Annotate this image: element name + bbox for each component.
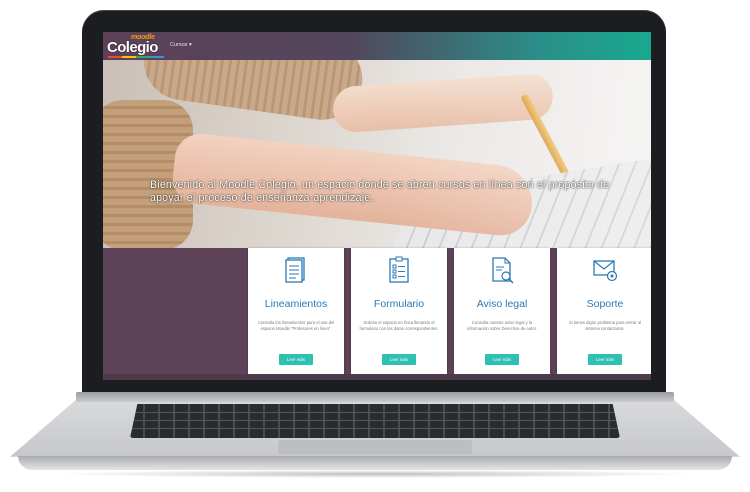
read-more-button[interactable]: Leer más — [279, 354, 313, 365]
legal-document-icon — [492, 257, 514, 284]
laptop-base — [10, 392, 740, 482]
hero-banner: Bienvenido al Moodle Colegio, un espacio… — [103, 60, 651, 248]
feature-cards: Lineamientos Consulta los lineamientos p… — [248, 248, 651, 374]
courses-menu[interactable]: Cursos ▾ — [170, 42, 192, 48]
card-formulario: Formulario Solicita el espacio en línea … — [351, 248, 447, 374]
checklist-icon — [389, 256, 409, 283]
read-more-button[interactable]: Leer más — [485, 354, 519, 365]
card-aviso-legal: Aviso legal Consulta nuestro aviso legal… — [454, 248, 550, 374]
card-description: Consulta los lineamientos para el uso de… — [257, 320, 335, 331]
card-lineamientos: Lineamientos Consulta los lineamientos p… — [248, 248, 344, 374]
read-more-button[interactable]: Leer más — [382, 354, 416, 365]
site-header: moodle Colegio Cursos ▾ — [103, 32, 651, 60]
mail-settings-icon — [593, 260, 618, 282]
site-logo[interactable]: moodle Colegio — [107, 34, 167, 58]
logo-color-bar — [108, 56, 164, 58]
card-title: Soporte — [586, 298, 624, 310]
card-title: Aviso legal — [476, 298, 528, 310]
logo-colegio-text: Colegio — [107, 39, 158, 56]
hero-welcome-text: Bienvenido al Moodle Colegio, un espacio… — [150, 179, 610, 204]
card-description: Solicita el espacio en línea llenando el… — [359, 320, 439, 331]
card-soporte: Soporte Si tienes algún problema para en… — [557, 248, 651, 374]
laptop-keyboard — [130, 404, 620, 438]
laptop-trackpad — [278, 440, 472, 454]
read-more-button[interactable]: Leer más — [588, 354, 622, 365]
card-description: Si tienes algún problema para entrar al … — [568, 320, 642, 331]
card-title: Formulario — [373, 298, 425, 310]
browser-screen: moodle Colegio Cursos ▾ Bienvenido al Mo… — [103, 32, 651, 380]
laptop-front-edge — [18, 456, 732, 470]
card-description: Consulta nuestro aviso legal y la inform… — [467, 320, 537, 331]
card-title: Lineamientos — [264, 298, 328, 310]
document-icon — [285, 257, 305, 283]
laptop-hinge — [76, 392, 674, 402]
